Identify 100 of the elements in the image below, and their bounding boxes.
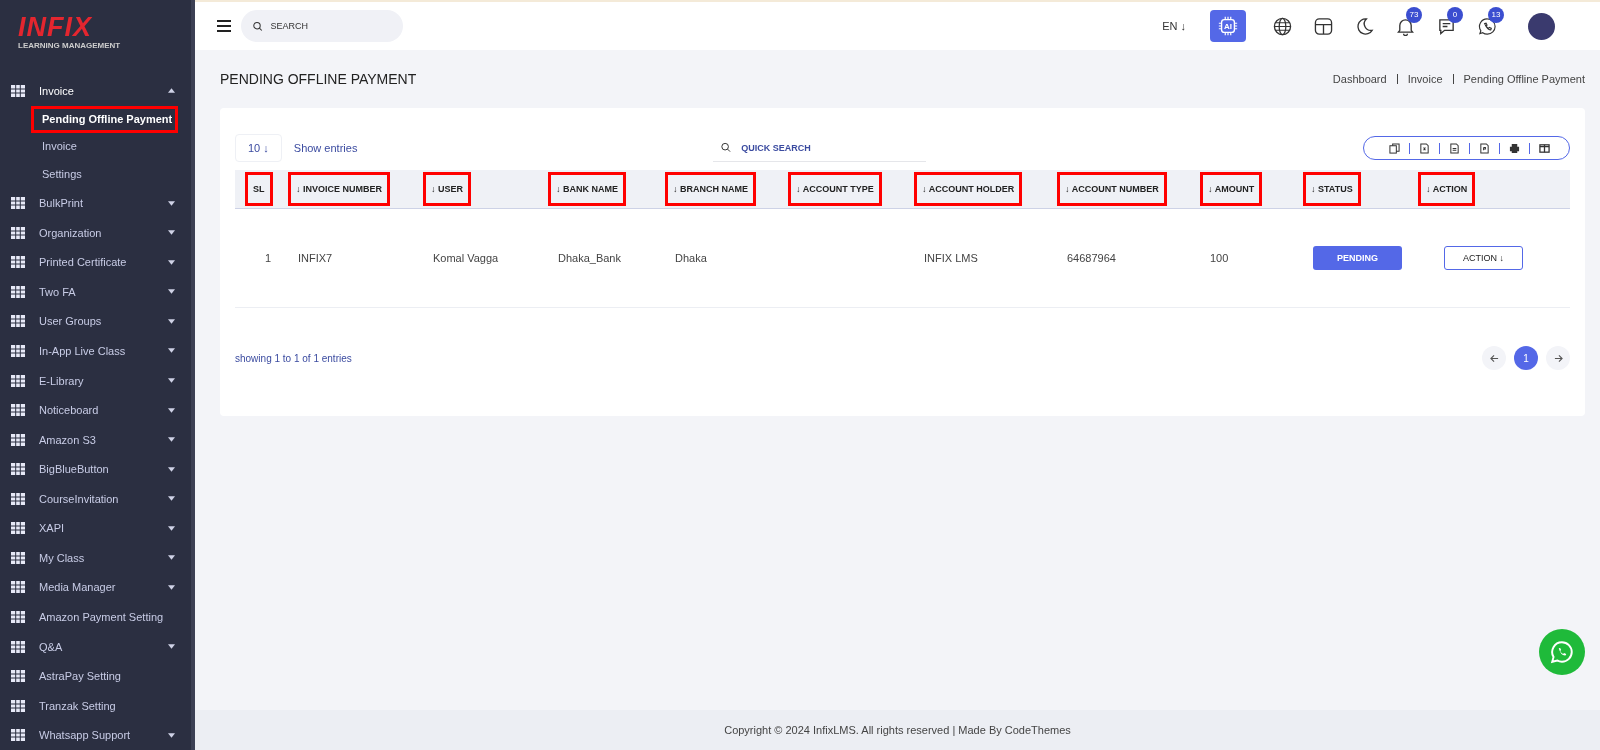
page-title: PENDING OFFLINE PAYMENT [220,71,418,87]
grid-icon [11,670,25,683]
column-header[interactable]: ↓ BRANCH NAME [667,174,754,204]
whatsapp-button[interactable] [1539,629,1585,675]
grid-icon [11,611,25,623]
breadcrumb-link[interactable]: Pending Offline Payment [1463,73,1585,85]
sidebar-item[interactable]: Two FA [0,277,191,307]
caret-icon [168,437,175,443]
caret-icon [168,378,175,383]
grid-icon [11,729,25,742]
sidebar-item[interactable]: Printed Certificate [0,247,191,278]
table-cell-text: Dhaka_Bank [557,252,622,264]
grid-icon [11,256,25,269]
layout-icon[interactable] [1314,16,1333,36]
sidebar-item[interactable]: BigBlueButton [0,454,191,484]
chat-icon[interactable] [1437,16,1456,36]
grid-icon [11,551,25,564]
bell-icon[interactable] [1396,16,1415,36]
grid-icon [11,344,25,357]
sidebar-item[interactable]: Whatsapp Support [0,720,191,750]
caret-icon [168,466,175,472]
action-dropdown-button[interactable]: ACTION ↓ [1444,246,1523,270]
column-header[interactable]: ↓ BANK NAME [550,174,624,204]
column-header[interactable]: ↓ STATUS [1305,174,1359,204]
grid-icon [11,463,25,476]
caret-icon [168,200,175,206]
column-header[interactable]: ↓ AMOUNT [1202,174,1261,204]
sidebar-item[interactable]: CourseInvitation [0,483,191,514]
moon-icon[interactable] [1355,16,1374,36]
avatar[interactable] [1528,12,1555,40]
sidebar-item[interactable]: AstraPay Setting [0,661,191,691]
sidebar-item[interactable]: Organization [0,217,191,248]
whatsapp-icon [1549,639,1575,665]
breadcrumb-link[interactable]: Dashboard [1332,73,1387,85]
language-selector[interactable]: EN ↓ [1162,20,1186,32]
caret-icon [168,259,175,265]
message-badge: 0 [1447,6,1463,23]
table-cell-text: Dhaka [674,252,708,264]
sidebar-item[interactable]: E-Library [0,365,191,396]
show-entries-label: Show entries [293,142,358,154]
grid-icon [11,84,25,97]
caret-icon [168,407,175,413]
sidebar-item[interactable]: Amazon Payment Setting [0,602,191,632]
column-header[interactable]: ↓ ACCOUNT HOLDER [916,174,1021,204]
globe-icon[interactable] [1273,16,1292,36]
sidebar-item[interactable]: Noticeboard [0,395,191,425]
sidebar-item[interactable]: In-App Live Class [0,336,191,366]
logo-brand: INFIX [18,14,93,41]
caret-icon [168,496,175,502]
grid-icon [11,492,25,505]
column-header[interactable]: ↓ ACCOUNT TYPE [790,174,880,204]
grid-icon [11,522,25,535]
sidebar-item[interactable]: BulkPrint [0,188,191,218]
column-header[interactable]: ↓ USER [425,174,469,204]
sidebar-item[interactable]: Media Manager [0,572,191,603]
column-header[interactable]: ↓ ACCOUNT NUMBER [1059,174,1165,204]
ai-chip-button[interactable]: AI [1210,10,1246,42]
column-header[interactable]: ↓ INVOICE NUMBER [290,174,388,204]
caret-icon [168,230,175,236]
sidebar-subitem[interactable]: Pending Offline Payment [31,105,179,134]
sidebar-item[interactable]: Amazon S3 [0,424,191,455]
grid-icon [11,433,25,446]
search-icon [253,20,263,32]
caret-icon [168,88,175,94]
grid-icon [11,404,25,417]
grid-icon [11,374,25,387]
sidebar-item[interactable]: My Class [0,543,191,573]
page-size-select[interactable]: 10 ↓ [235,134,282,162]
grid-icon [11,315,25,328]
sidebar-item[interactable]: User Groups [0,306,191,337]
next-page-button[interactable] [1546,346,1570,370]
caret-icon [168,318,175,324]
breadcrumb-link[interactable]: Invoice [1407,73,1443,85]
page-number-button[interactable]: 1 [1514,346,1538,370]
caret-icon [168,732,175,738]
column-header[interactable]: ↓ ACTION [1420,174,1474,204]
caret-icon [168,584,175,590]
column-header[interactable]: SL [247,174,271,204]
table-cell-text: 64687964 [1066,252,1117,264]
sidebar-item[interactable]: XAPI [0,513,191,544]
caret-icon [168,525,175,531]
sidebar-subitem[interactable]: Settings [31,160,88,189]
sidebar-item[interactable]: Tranzak Setting [0,690,191,721]
quick-search-field[interactable]: QUICK SEARCH [741,142,919,153]
sidebar-item[interactable]: Q&A [0,631,191,662]
table-cell-text: INFIX7 [297,252,334,264]
table-cell-text: 100 [1209,252,1230,264]
call-badge: 13 [1488,6,1504,23]
sidebar-subitem[interactable]: Invoice [31,133,83,161]
caret-icon [168,555,175,561]
previous-page-button[interactable] [1482,346,1506,370]
sidebar-item[interactable]: Invoice [0,76,191,106]
grid-icon [11,640,25,653]
search-field[interactable]: SEARCH [270,21,391,31]
search-icon [721,142,732,153]
grid-icon [11,197,25,210]
menu-icon[interactable] [217,20,231,32]
grid-icon [11,581,25,594]
phone-chat-icon[interactable] [1478,16,1497,36]
grid-icon [11,285,25,298]
